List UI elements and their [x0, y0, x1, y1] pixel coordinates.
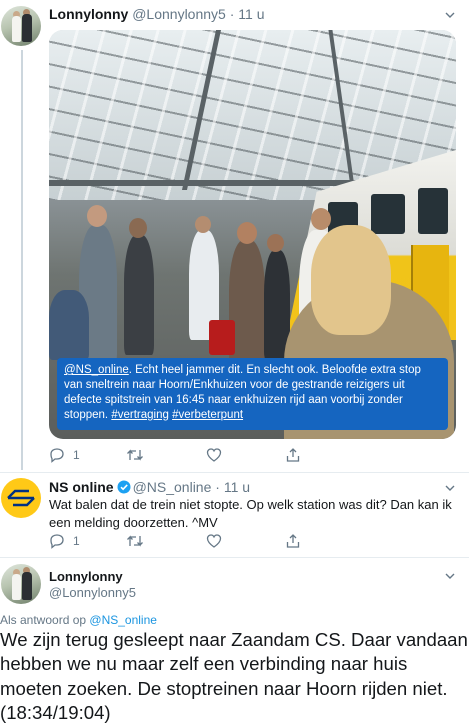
verified-icon [117, 480, 131, 494]
reply-context: Als antwoord op @NS_online [0, 613, 157, 627]
retweet-icon [127, 449, 143, 461]
display-name[interactable]: Lonnylonny [49, 569, 136, 584]
reply-icon [50, 534, 64, 549]
retweet-icon [127, 535, 143, 547]
share-button[interactable] [285, 533, 301, 549]
share-button[interactable] [285, 447, 301, 463]
retweet-button[interactable] [126, 447, 144, 463]
tweet-photo[interactable]: @NS_online. Echt heel jammer dit. En sle… [49, 30, 456, 439]
reply-prefix: Als antwoord op [0, 613, 90, 627]
handle[interactable]: @Lonnylonny5 [49, 585, 136, 600]
hashtag-link[interactable]: #verbeterpunt [172, 409, 243, 421]
ns-logo-icon [7, 489, 35, 507]
avatar[interactable] [1, 478, 41, 518]
timestamp[interactable]: 11 u [224, 479, 250, 495]
handle[interactable]: @Lonnylonny5 [132, 6, 226, 22]
separator: · [211, 479, 224, 495]
caret-down-icon[interactable] [445, 10, 455, 20]
thread-line [21, 50, 23, 470]
tweet-2[interactable]: NS online @NS_online · 11 u Wat balen dat… [0, 470, 469, 560]
tweet-text: We zijn terug gesleept naar Zaandam CS. … [0, 629, 468, 724]
avatar[interactable] [1, 6, 41, 46]
like-icon [206, 534, 222, 548]
photo-caption-overlay: @NS_online. Echt heel jammer dit. En sle… [57, 358, 448, 430]
tweet-header: Lonnylonny @Lonnylonny5 [49, 569, 136, 600]
handle[interactable]: @NS_online [133, 479, 212, 495]
display-name[interactable]: NS online [49, 479, 114, 495]
reply-count: 1 [73, 448, 80, 462]
reply-button[interactable]: 1 [49, 447, 80, 463]
like-button[interactable] [206, 447, 222, 463]
caret-down-icon[interactable] [445, 483, 455, 493]
tweet-1[interactable]: Lonnylonny @Lonnylonny5 · 11 u @NS_onlin… [0, 0, 469, 470]
display-name[interactable]: Lonnylonny [49, 6, 128, 22]
tweet-actions: 1 [49, 447, 319, 463]
share-icon [286, 534, 300, 548]
reply-count: 1 [73, 534, 80, 548]
share-icon [286, 448, 300, 462]
like-icon [206, 448, 222, 462]
tweet-actions: 1 [49, 533, 319, 549]
hashtag-link[interactable]: #vertraging [111, 409, 169, 421]
timestamp[interactable]: 11 u [238, 6, 264, 22]
caret-down-icon[interactable] [445, 571, 455, 581]
separator: · [225, 6, 239, 22]
avatar[interactable] [1, 564, 41, 604]
tweet-text: Wat balen dat de trein niet stopte. Op w… [49, 497, 452, 530]
mention-link[interactable]: @NS_online [64, 364, 129, 376]
retweet-button[interactable] [126, 533, 144, 549]
reply-mention-link[interactable]: @NS_online [89, 613, 157, 627]
reply-icon [50, 448, 64, 463]
reply-button[interactable]: 1 [49, 533, 80, 549]
tweet-header: NS online @NS_online · 11 u [49, 479, 250, 495]
like-button[interactable] [206, 533, 222, 549]
tweet-header: Lonnylonny @Lonnylonny5 · 11 u [49, 6, 265, 22]
